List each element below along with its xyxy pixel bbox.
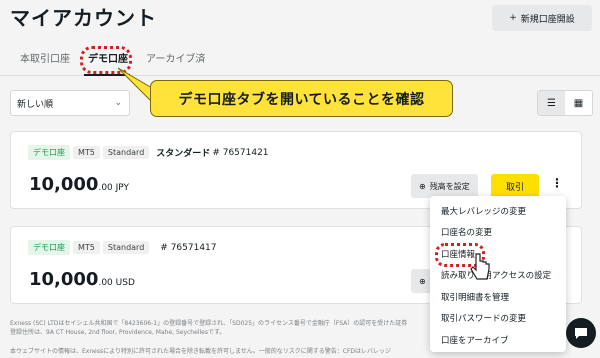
footer-line-2: 登録住所は、9A CT House, 2nd floor, Providence…	[10, 329, 226, 336]
account-balance: 10,000.00 JPY	[29, 174, 129, 195]
menu-item-archive[interactable]: 口座をアーカイブ	[430, 329, 566, 351]
sort-value: 新しい順	[17, 99, 54, 110]
account-name: スタンダード	[156, 149, 211, 159]
menu-item-change-leverage[interactable]: 最大レバレッジの変更	[430, 200, 566, 222]
balance-main: 10,000	[29, 174, 99, 195]
menu-item-rename-account[interactable]: 口座名の変更	[430, 222, 566, 244]
chat-icon	[575, 328, 587, 339]
menu-item-readonly-access[interactable]: 読み取り専用アクセスの設定	[430, 265, 566, 287]
kebab-menu-icon[interactable]: ⋮	[551, 176, 563, 190]
balance-main: 10,000	[29, 269, 99, 290]
new-account-label: 新規口座開設	[520, 14, 575, 25]
sort-select[interactable]: 新しい順 ⌄	[10, 90, 130, 116]
menu-item-change-password[interactable]: 取引パスワードの変更	[430, 308, 566, 330]
trade-button[interactable]: 取引	[491, 174, 539, 198]
account-balance: 10,000.00 USD	[29, 269, 135, 290]
set-balance-button[interactable]: ⊕ 残高を設定	[411, 174, 478, 198]
settings-circle-icon: ⊕	[419, 276, 426, 286]
account-actions-menu: 最大レバレッジの変更 口座名の変更 口座情報 読み取り専用アクセスの設定 取引明…	[430, 196, 566, 352]
menu-item-statements[interactable]: 取引明細書を管理	[430, 286, 566, 308]
instruction-callout: デモ口座タブを開いていることを確認	[150, 80, 453, 117]
demo-badge: デモ口座	[28, 145, 70, 160]
account-number: # 76571421	[212, 147, 269, 158]
page-title: マイアカウント	[10, 6, 157, 30]
set-balance-label: 残高を設定	[429, 181, 470, 191]
view-toggle: ☰ ▦	[537, 90, 593, 116]
plus-icon: +	[509, 13, 517, 23]
grid-view-icon[interactable]: ▦	[565, 91, 592, 115]
account-kind-badge: Standard	[102, 146, 150, 159]
new-account-button[interactable]: + 新規口座開設	[492, 5, 592, 31]
platform-badge: MT5	[73, 146, 100, 159]
demo-badge: デモ口座	[28, 240, 70, 255]
account-number: # 76571417	[160, 242, 217, 253]
account-kind-badge: Standard	[102, 241, 150, 254]
chat-button[interactable]	[566, 318, 596, 348]
platform-badge: MT5	[73, 241, 100, 254]
pointer-cursor-icon	[470, 253, 490, 280]
settings-circle-icon: ⊕	[419, 181, 426, 191]
list-view-icon[interactable]: ☰	[538, 91, 565, 115]
balance-sub: .00 USD	[98, 278, 135, 288]
tab-real-accounts[interactable]: 本取引口座	[20, 50, 70, 65]
balance-sub: .00 JPY	[98, 183, 130, 193]
